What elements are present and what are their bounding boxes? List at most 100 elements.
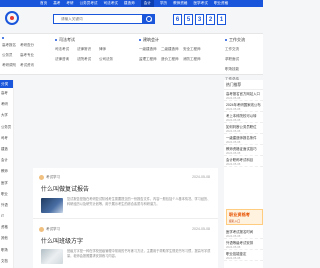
category-link[interactable]: 消防工程师 — [183, 57, 205, 62]
secondary-list-item[interactable]: 外语等级考试安排 2024-05-08 — [224, 239, 263, 250]
top-nav-bar: 首页 高考 考研 公务员考试 司法考试 建造师 会计 学历 教师资格 医学考试 … — [0, 0, 263, 7]
top-nav-accounting[interactable]: 会计 — [140, 0, 154, 7]
hot-list-item[interactable]: 2024年考研国家线公布 2024-05-08 — [224, 101, 263, 112]
hot-list-item[interactable]: 如何判断公务员职位 2024-05-08 — [224, 123, 263, 134]
sidebar-item[interactable]: 大学 — [0, 110, 13, 121]
category-link[interactable]: 监理工程师 — [139, 57, 161, 62]
avatar — [39, 174, 44, 180]
category-title: 司法考试 — [55, 37, 121, 43]
sidebar-item[interactable]: 职业 — [0, 189, 13, 200]
category-link[interactable]: 高考专业 — [20, 53, 38, 58]
category-link[interactable]: 安全工程师 — [183, 47, 205, 52]
article-excerpt: 班级方字是一种在学校班级管理中常用的书写练习方法，主要用于帮助学生规范书写习惯，… — [67, 249, 211, 258]
author-name[interactable]: 考试学习 — [46, 175, 60, 180]
counter-digit: 1 — [217, 14, 226, 25]
promo-banner-subtitle: 报名入口 — [229, 219, 241, 223]
article-title[interactable]: 什么叫做复试报告 — [41, 184, 89, 193]
top-nav-degree[interactable]: 学历 — [160, 1, 167, 6]
sidebar-item[interactable]: 文档 — [0, 256, 13, 267]
top-nav-teacher[interactable]: 教师资格 — [173, 1, 187, 6]
promo-banner[interactable]: 职业资格考 报名入口 — [226, 209, 263, 225]
category-title: 工作交流 — [225, 37, 247, 43]
article-author: 考试学习 — [39, 226, 60, 232]
category-sidebar: 分类 高考 考研 大学 公务员 司考 建造 会计 教师 医学 职业 外语 IT … — [0, 80, 14, 268]
category-link[interactable]: 法律常识 — [77, 47, 99, 52]
counter-digit: 5 — [184, 14, 193, 25]
sidebar-item[interactable]: IT — [0, 211, 13, 222]
category-link[interactable]: 律师 — [99, 47, 121, 52]
article-title[interactable]: 什么叫班级方字 — [41, 236, 83, 245]
sidebar-item[interactable]: 外语 — [0, 200, 13, 211]
top-nav-build[interactable]: 建造师 — [124, 1, 135, 6]
search-box — [53, 14, 143, 24]
sidebar-item[interactable]: 其他 — [0, 233, 13, 244]
secondary-list-item[interactable]: 职业技能鉴定 2024-05-08 — [224, 250, 263, 261]
hot-list-title: 热门推荐 — [224, 80, 263, 90]
sidebar-item[interactable]: 资格 — [0, 222, 13, 233]
sidebar-item[interactable]: 职场 — [0, 245, 13, 256]
bullet-icon — [225, 39, 227, 41]
hot-list-item[interactable]: 会计职称考试科目 2024-05-08 — [224, 156, 263, 167]
sidebar-item[interactable]: 建造 — [0, 144, 13, 155]
hot-list-item[interactable]: 高考报名官方网站入口 2024-05-08 — [224, 90, 263, 101]
category-title — [2, 37, 38, 39]
top-nav-civil[interactable]: 公务员考试 — [80, 1, 98, 6]
sidebar-item[interactable]: 会计 — [0, 155, 13, 166]
category-link[interactable]: 法律咨询 — [55, 57, 77, 62]
category-column-exam: 高考报名 考研查分 公务员 高考专业 考研调剂 考试资讯 — [2, 37, 38, 68]
category-link[interactable]: 职场技能 — [225, 67, 247, 72]
secondary-list-item[interactable]: 医学考试报名时间 2024-05-08 — [224, 228, 263, 239]
category-column-build: 建筑会计 一级建造师 二级建造师 安全工程师 监理工程师 造价工程师 消防工程师 — [139, 37, 205, 62]
top-nav-career[interactable]: 职业资格 — [214, 1, 228, 6]
hot-list-item[interactable]: 考上本科院校可以转 2024-05-08 — [224, 112, 263, 123]
category-link[interactable]: 高考报名 — [2, 43, 20, 48]
category-title: 建筑会计 — [139, 37, 205, 43]
article-thumbnail[interactable] — [41, 198, 63, 213]
category-link[interactable]: 考研调剂 — [2, 63, 20, 68]
category-link[interactable]: 公司法务 — [99, 57, 121, 62]
top-nav-medical[interactable]: 医学考试 — [193, 1, 207, 6]
sidebar-item[interactable]: 医学 — [0, 178, 13, 189]
article-card[interactable]: 考试学习 2024-05-08 什么叫做复试报告 复试报告是指在考研复试阶段考生… — [33, 168, 218, 218]
category-link[interactable]: 工作交流 — [225, 47, 247, 52]
top-nav-kaoyan[interactable]: 考研 — [66, 1, 73, 6]
sidebar-item[interactable]: 教师 — [0, 166, 13, 177]
author-name[interactable]: 考试学习 — [46, 227, 60, 232]
category-column-law: 司法考试 司法考试 法律常识 律师 法律咨询 法院考试 公司法务 — [55, 37, 121, 62]
hot-list-item[interactable]: 教师资格证面试技巧 2024-05-08 — [224, 145, 263, 156]
avatar — [39, 226, 44, 232]
counter-digit: 2 — [206, 14, 215, 25]
category-nav: 高考报名 考研查分 公务员 高考专业 考研调剂 考试资讯 司法考试 司法考试 法… — [0, 33, 263, 81]
hot-list-item[interactable]: 一级建造师报名条件 2024-05-08 — [224, 134, 263, 145]
article-thumbnail[interactable] — [41, 249, 63, 264]
sidebar-item[interactable]: 公务员 — [0, 122, 13, 133]
category-link[interactable]: 考试资讯 — [20, 63, 38, 68]
sidebar-item[interactable]: 司考 — [0, 133, 13, 144]
category-link[interactable]: 二级建造师 — [161, 47, 183, 52]
category-link[interactable]: 考研查分 — [20, 43, 38, 48]
search-input[interactable] — [54, 15, 142, 23]
top-nav-law[interactable]: 司法考试 — [104, 1, 118, 6]
counter-digit: 3 — [195, 14, 204, 25]
secondary-list-panel: 医学考试报名时间 2024-05-08 外语等级考试安排 2024-05-08 … — [224, 228, 263, 268]
category-link[interactable]: 司法考试 — [55, 47, 77, 52]
category-link[interactable]: 造价工程师 — [161, 57, 183, 62]
sidebar-head[interactable]: 分类 — [0, 80, 13, 88]
category-link[interactable]: 求职面试 — [225, 57, 247, 62]
top-nav-gaokao[interactable]: 高考 — [53, 1, 60, 6]
sidebar-item[interactable]: 考研 — [0, 99, 13, 110]
category-link[interactable]: 一级建造师 — [139, 47, 161, 52]
sidebar-item[interactable]: 高考 — [0, 88, 13, 99]
article-date: 2024-05-08 — [192, 175, 210, 179]
bullet-icon — [55, 39, 57, 41]
article-excerpt: 复试报告是指在考研复试阶段考生需要提交的一份报告文件，内容一般包括个人基本情况、… — [67, 197, 211, 206]
search-button[interactable] — [143, 14, 155, 24]
category-link[interactable]: 公务员 — [2, 53, 20, 58]
site-logo[interactable] — [3, 10, 35, 26]
article-card[interactable]: 考试学习 2024-05-08 什么叫班级方字 班级方字是一种在学校班级管理中常… — [33, 218, 218, 268]
article-date: 2024-05-08 — [192, 227, 210, 231]
top-nav-home[interactable]: 首页 — [40, 1, 47, 6]
promo-banner-title: 职业资格考 — [229, 212, 250, 217]
category-link[interactable]: 法院考试 — [77, 57, 99, 62]
bullet-icon — [139, 39, 141, 41]
